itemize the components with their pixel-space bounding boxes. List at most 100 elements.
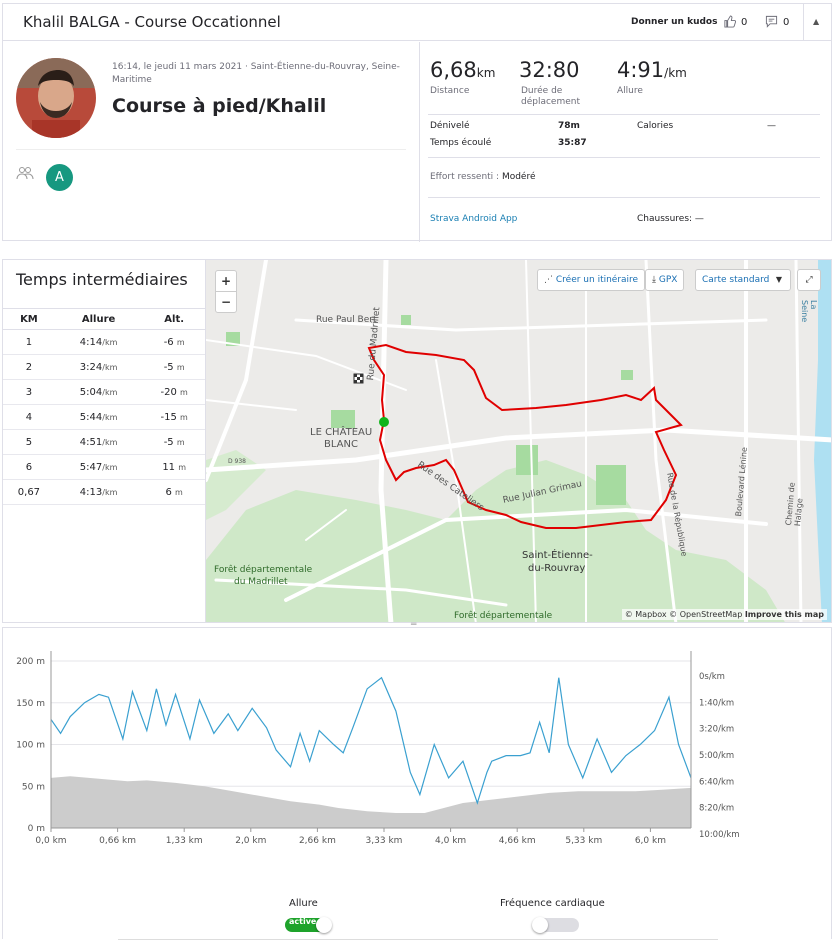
divider xyxy=(419,42,420,242)
map-label-seine: La Seine xyxy=(800,300,818,323)
start-marker xyxy=(379,417,389,427)
elapsed-time-value: 35:87 xyxy=(558,138,587,148)
device-link[interactable]: Strava Android App xyxy=(430,214,517,224)
split-km: 1 xyxy=(3,329,55,355)
x-tick-label: 4,0 km xyxy=(435,836,466,846)
create-route-label: Créer un itinéraire xyxy=(555,275,639,285)
split-alt: 6 m xyxy=(142,479,206,505)
zoom-out-button[interactable]: − xyxy=(215,291,237,313)
pace-toggle[interactable]: active xyxy=(285,917,332,933)
distance-value: 6,68km xyxy=(430,58,495,82)
elevation-area xyxy=(51,776,691,828)
give-kudos-button[interactable]: Donner un kudos xyxy=(631,17,717,27)
split-alt: -5 m xyxy=(142,429,206,455)
elevation-value: 78m xyxy=(558,121,580,131)
effort-label: Effort ressenti : xyxy=(430,172,502,182)
download-icon: ⤓ xyxy=(652,275,659,285)
splits-row: 3 5:04/km -20 m xyxy=(3,379,206,405)
moving-time-label: Durée de déplacement xyxy=(521,86,581,107)
map-label-chateau-1: LE CHÂTEAU xyxy=(310,427,373,438)
collapse-button[interactable]: ▲ xyxy=(803,4,831,41)
heart-rate-toggle[interactable] xyxy=(532,917,579,933)
x-tick-label: 1,33 km xyxy=(166,836,203,846)
split-km: 5 xyxy=(3,429,55,455)
map-label-foret-2: du Madrillet xyxy=(234,577,288,587)
toggle-knob xyxy=(532,917,548,933)
y-right-tick-label: 6:40/km xyxy=(699,777,734,787)
improve-map-link[interactable]: Improve this map xyxy=(745,610,824,619)
split-alt: -6 m xyxy=(142,329,206,355)
y-right-tick-label: 1:40/km xyxy=(699,698,734,708)
splits-row: 1 4:14/km -6 m xyxy=(3,329,206,355)
map-attribution: © Mapbox © OpenStreetMap Improve this ma… xyxy=(621,609,827,620)
athlete-badge[interactable]: A xyxy=(46,164,73,191)
y-right-tick-label: 8:20/km xyxy=(699,804,734,814)
activity-date: 16:14, le jeudi 11 mars 2021 · Saint-Éti… xyxy=(112,62,400,85)
split-alt-unit: m xyxy=(178,462,187,472)
park-area xyxy=(621,370,633,380)
split-alt-unit: m xyxy=(175,487,183,497)
pace-toggle-state: active xyxy=(289,917,317,926)
divider xyxy=(428,157,820,158)
chevron-up-icon: ▲ xyxy=(813,17,820,26)
heart-rate-toggle-label: Fréquence cardiaque xyxy=(500,898,605,909)
route-map[interactable]: Rue Paul Bert Rue du Madrillet LE CHÂTEA… xyxy=(205,259,832,623)
comment-count: 0 xyxy=(783,17,790,28)
y-right-tick-label: 10:00/km xyxy=(699,830,740,840)
split-alt-unit: m xyxy=(176,337,185,347)
create-route-button[interactable]: ⋰ Créer un itinéraire xyxy=(537,269,646,291)
x-tick-label: 0,66 km xyxy=(99,836,136,846)
y-left-tick-label: 0 m xyxy=(28,824,45,834)
splits-header-alt: Alt. xyxy=(142,308,206,330)
split-alt-unit: m xyxy=(176,437,185,447)
split-km: 3 xyxy=(3,379,55,405)
thumbs-up-icon[interactable] xyxy=(723,15,737,31)
split-pace-unit: /km xyxy=(102,412,118,422)
attribution-text: © Mapbox © OpenStreetMap xyxy=(624,610,745,619)
split-alt-unit: m xyxy=(180,387,188,397)
comment-icon[interactable] xyxy=(765,15,778,31)
effort-value: Modéré xyxy=(501,172,536,182)
elapsed-time-label: Temps écoulé xyxy=(430,138,492,148)
split-alt-value: 11 xyxy=(162,461,176,473)
split-pace-unit: /km xyxy=(102,362,118,372)
elevation-label: Dénivelé xyxy=(430,121,470,131)
toggle-knob xyxy=(316,917,332,933)
gpx-button[interactable]: ⤓ GPX xyxy=(645,269,685,291)
x-tick-label: 0,0 km xyxy=(35,836,66,846)
pace-toggle-label: Allure xyxy=(289,898,318,909)
split-pace: 4:14/km xyxy=(54,329,143,355)
group-icon xyxy=(16,166,34,184)
split-pace-unit: /km xyxy=(102,462,118,472)
divider xyxy=(428,114,820,115)
split-pace-unit: /km xyxy=(102,487,118,497)
map-label-chateau-2: BLANC xyxy=(324,439,358,450)
y-right-tick-label: 0s/km xyxy=(699,672,725,682)
splits-row: 0,67 4:13/km 6 m xyxy=(3,479,206,505)
splits-row: 5 4:51/km -5 m xyxy=(3,429,206,455)
split-alt-value: -6 xyxy=(163,336,174,348)
zoom-in-button[interactable]: + xyxy=(215,270,237,292)
map-style-select[interactable]: Carte standard ▼ xyxy=(695,269,791,291)
x-tick-label: 2,0 km xyxy=(235,836,266,846)
distance-unit: km xyxy=(476,66,496,80)
x-tick-label: 6,0 km xyxy=(635,836,666,846)
perceived-effort: Effort ressenti : Modéré xyxy=(430,172,536,182)
map-label-foret-1: Forêt départementale xyxy=(214,565,313,575)
activity-title: Khalil BALGA - Course Occationnel xyxy=(23,13,281,31)
split-pace: 5:44/km xyxy=(54,404,143,430)
split-km: 6 xyxy=(3,454,55,480)
finish-flag-icon xyxy=(353,373,364,384)
split-alt-value: -15 xyxy=(160,411,177,423)
split-alt: -15 m xyxy=(142,404,206,430)
split-pace: 5:04/km xyxy=(54,379,143,405)
split-pace: 3:24/km xyxy=(54,354,143,380)
pace-number: 4:91 xyxy=(617,58,665,82)
chart-svg[interactable]: 200 m 150 m 100 m 50 m 0 m 0s/km 1:40/km 3:20/k… xyxy=(3,628,833,878)
splits-table: KM Allure Alt. 1 4:14/km -6 m 2 3:24/km -5 m3… xyxy=(3,308,206,505)
moving-time-value: 32:80 xyxy=(519,58,580,82)
athlete-avatar[interactable] xyxy=(16,58,96,138)
fullscreen-button[interactable]: ⤢ xyxy=(797,269,821,291)
y-right-tick-label: 5:00/km xyxy=(699,751,734,761)
kudos-count: 0 xyxy=(741,17,748,28)
